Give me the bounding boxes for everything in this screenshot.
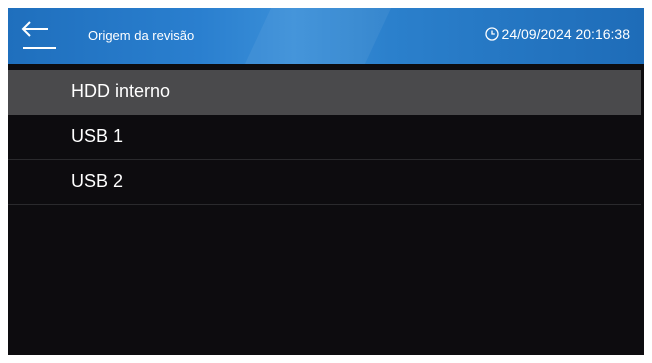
header-bar: Origem da revisão 24/09/2024 20:16:38 [8, 8, 644, 64]
back-button[interactable] [18, 18, 62, 54]
list-item-usb-1[interactable]: USB 1 [8, 115, 641, 160]
list-item-label: HDD interno [71, 81, 171, 101]
list-item-usb-2[interactable]: USB 2 [8, 160, 641, 205]
datetime-text: 24/09/2024 20:16:38 [501, 26, 630, 42]
back-arrow-icon [21, 21, 56, 49]
clock-display: 24/09/2024 20:16:38 [484, 26, 630, 42]
clock-icon [484, 27, 499, 41]
list-item-hdd-interno[interactable]: HDD interno [8, 70, 641, 115]
list-item-label: USB 2 [71, 171, 124, 191]
screen: Origem da revisão 24/09/2024 20:16:38 HD… [8, 8, 644, 355]
header-decoration [244, 8, 392, 64]
source-list: HDD interno USB 1 USB 2 [8, 70, 641, 205]
page-title: Origem da revisão [88, 28, 195, 43]
list-item-label: USB 1 [71, 126, 124, 146]
